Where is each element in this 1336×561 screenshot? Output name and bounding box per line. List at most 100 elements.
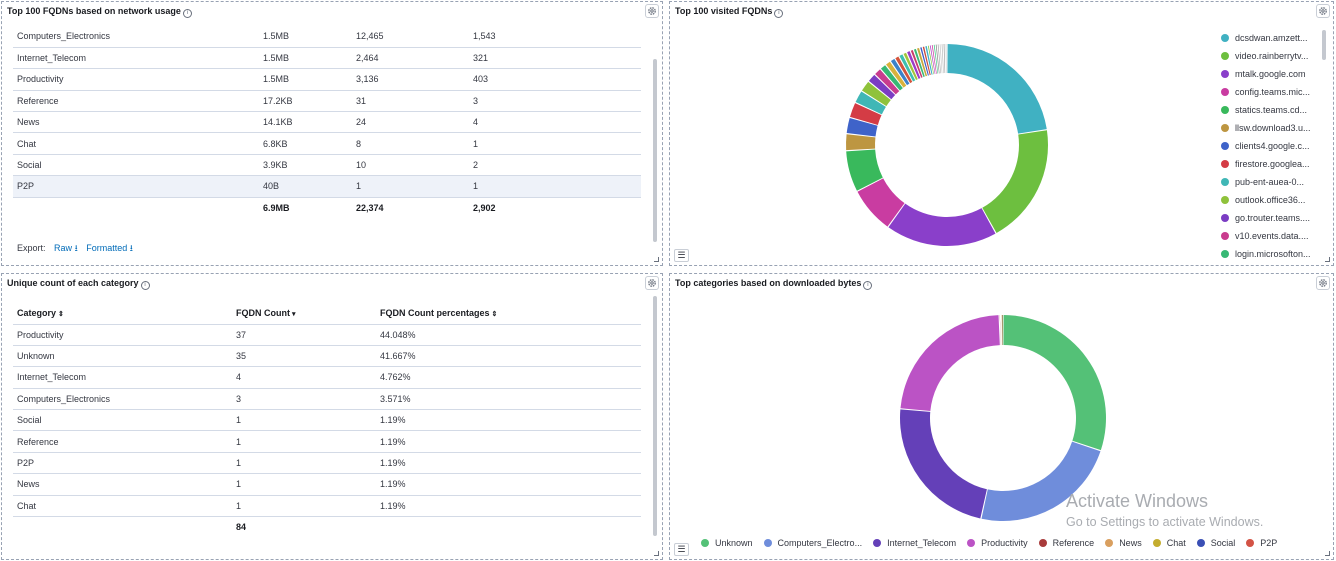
legend-color-dot [1221,214,1229,222]
table-cell: Chat [13,495,232,518]
table-row[interactable]: News 14.1KB 24 4 [13,111,641,134]
legend-scrollbar[interactable] [1322,30,1326,60]
donut-slice[interactable] [888,203,996,247]
legend-item[interactable]: clients4.google.c... [1221,137,1311,155]
table-row[interactable]: Reference 17.2KB 31 3 [13,90,641,113]
legend-label: Productivity [981,538,1028,548]
table-cell: 12,465 [352,26,469,48]
table-cell: Social [13,409,232,432]
table-cell: 1.19% [376,452,641,475]
scrollbar[interactable] [653,59,657,242]
export-raw-link[interactable]: Raw ⭳ [54,243,78,253]
table-row[interactable]: Internet_Telecom 4 4.762% [13,366,641,389]
table-cell: P2P [13,175,259,198]
table-row[interactable]: Productivity 1.5MB 3,136 403 [13,68,641,91]
legend-toggle-button[interactable]: ☰ [674,543,689,556]
resize-handle[interactable] [1325,257,1330,262]
table-row[interactable]: Computers_Electronics 1.5MB 12,465 1,543 [13,26,641,48]
donut-slice[interactable] [935,44,940,74]
total-cell [13,517,232,538]
table-row[interactable]: News 1 1.19% [13,473,641,496]
resize-handle[interactable] [1325,551,1330,556]
legend-item[interactable]: outlook.office36... [1221,191,1311,209]
donut-slice[interactable] [900,409,987,519]
info-icon[interactable]: i [182,9,192,18]
list-icon: ☰ [677,250,686,260]
legend-item[interactable]: P2P [1246,538,1277,548]
legend-item[interactable]: login.microsofton... [1221,245,1311,263]
activate-windows-subtitle: Go to Settings to activate Windows. [1066,515,1264,529]
total-cell: 6.9MB [263,203,290,214]
legend-item[interactable]: Reference [1038,538,1094,548]
legend-item[interactable]: Social [1196,538,1235,548]
legend-toggle-button[interactable]: ☰ [674,249,689,262]
total-cell [376,517,641,538]
scrollbar[interactable] [653,296,657,536]
table-row[interactable]: Productivity 37 44.048% [13,324,641,346]
table-cell: 321 [469,47,641,70]
table-cell: 37 [232,324,376,346]
donut-slice[interactable] [947,44,1047,134]
table-row[interactable]: Computers_Electronics 3 3.571% [13,388,641,411]
table-row[interactable]: Internet_Telecom 1.5MB 2,464 321 [13,47,641,70]
legend-item[interactable]: v10.events.data.... [1221,227,1311,245]
table-cell: Reference [13,430,232,453]
table-cell: 1 [232,430,376,453]
legend-item[interactable]: dcsdwan.amzett... [1221,29,1311,47]
table-cell: Computers_Electronics [13,388,232,411]
table-row[interactable]: P2P 1 1.19% [13,452,641,475]
donut-slice[interactable] [1001,315,1003,346]
resize-handle[interactable] [654,257,659,262]
gear-icon[interactable] [645,276,659,290]
table-row[interactable]: P2P 40B 1 1 [13,175,641,198]
legend-item[interactable]: Unknown [701,538,753,548]
legend-item[interactable]: Computers_Electro... [763,538,863,548]
export-formatted-link[interactable]: Formatted ⭳ [86,243,133,253]
table-row[interactable]: Social 1 1.19% [13,409,641,432]
category-count-table: Category ⇕ FQDN Count ▾ FQDN Count percent… [13,302,641,538]
table-cell: 3 [232,388,376,411]
donut-slice[interactable] [846,134,876,151]
table-row[interactable]: Social 3.9KB 10 2 [13,154,641,177]
table-cell: 41.667% [376,345,641,368]
legend-label: outlook.office36... [1235,195,1306,205]
legend-item[interactable]: Productivity [967,538,1028,548]
donut-slice[interactable] [1003,315,1106,451]
column-header-category[interactable]: Category ⇕ [13,302,232,325]
table-row[interactable]: Chat 6.8KB 8 1 [13,132,641,155]
donut-slice[interactable] [999,315,1001,346]
legend-color-dot [1246,539,1255,547]
legend-item[interactable]: Internet_Telecom [873,538,956,548]
donut-slice[interactable] [1001,315,1002,346]
table-cell: 1 [232,409,376,432]
legend-item[interactable]: go.trouter.teams.... [1221,209,1311,227]
legend-label: statics.teams.cd... [1235,105,1308,115]
legend-item[interactable]: llsw.download3.u... [1221,119,1311,137]
legend-item[interactable]: firestore.googlea... [1221,155,1311,173]
legend-item[interactable]: News [1105,538,1142,548]
donut-slice[interactable] [943,44,946,74]
legend-item[interactable]: pub-ent-auea-0... [1221,173,1311,191]
table-cell: 40B [259,175,352,198]
donut-slice[interactable] [982,130,1048,234]
donut-slice[interactable] [900,315,1000,412]
gear-icon[interactable] [645,4,659,18]
legend-color-dot [1221,124,1229,132]
legend-item[interactable]: config.teams.mic... [1221,83,1311,101]
table-row[interactable]: Unknown 35 41.667% [13,345,641,368]
donut-slice[interactable] [945,44,947,74]
legend-item[interactable]: video.rainberrytv... [1221,47,1311,65]
table-cell: 8 [352,132,469,155]
column-header-fqdn-percent[interactable]: FQDN Count percentages ⇕ [376,302,641,325]
table-row[interactable]: Reference 1 1.19% [13,430,641,453]
table-row[interactable]: Chat 1 1.19% [13,495,641,518]
column-header-fqdn-count[interactable]: FQDN Count ▾ [232,302,376,325]
panel-title: Unique count of each category i [7,278,150,290]
legend-item[interactable]: mtalk.google.com [1221,65,1311,83]
legend-label: Computers_Electro... [777,538,863,548]
legend-item[interactable]: statics.teams.cd... [1221,101,1311,119]
legend-color-dot [1221,178,1229,186]
resize-handle[interactable] [654,551,659,556]
legend-item[interactable]: Chat [1152,538,1186,548]
info-icon[interactable]: i [140,281,150,290]
